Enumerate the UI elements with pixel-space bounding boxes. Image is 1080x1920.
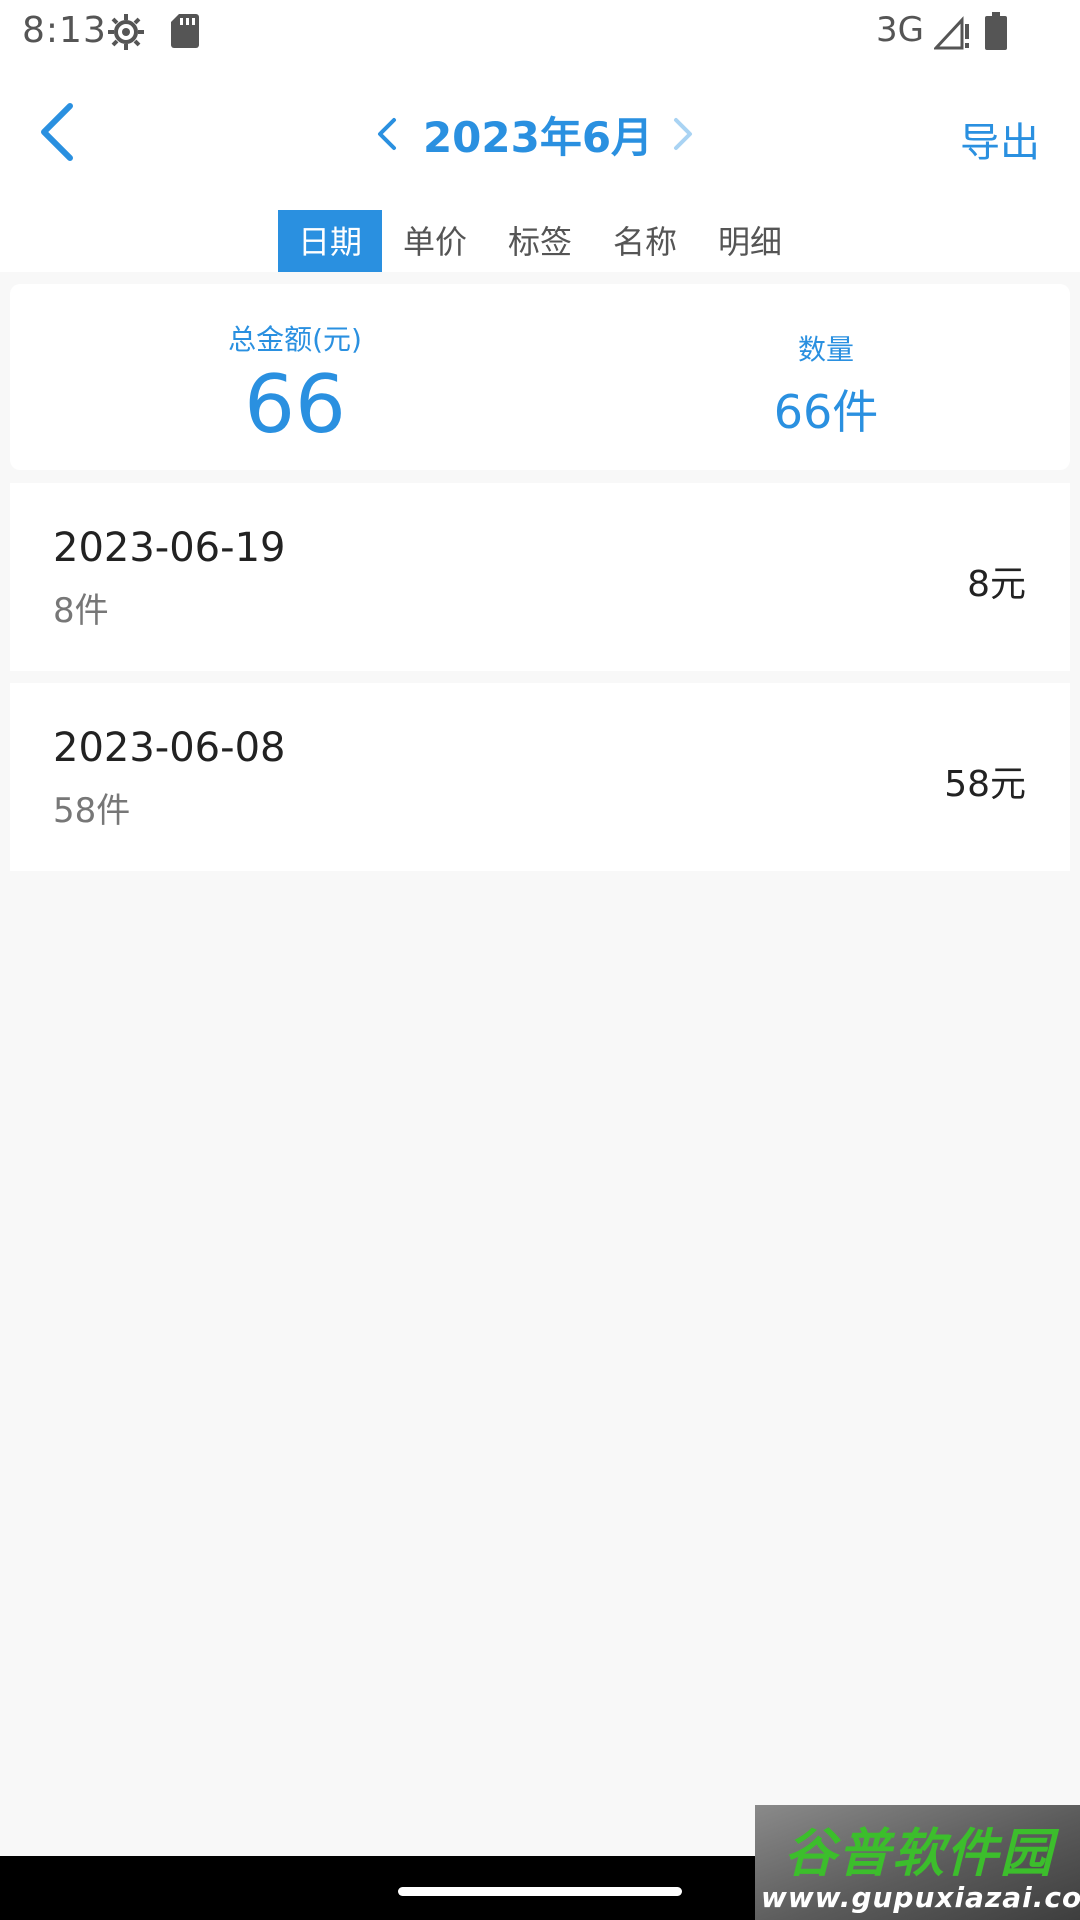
- record-amount: 58元: [944, 764, 1026, 805]
- record-amount: 8元: [967, 564, 1026, 605]
- watermark-title: 谷普软件园: [783, 1824, 1054, 1884]
- chevron-right-icon: [674, 118, 692, 150]
- record-list: 2023-06-19 8件 8元 2023-06-08 58件 58元: [10, 483, 1070, 883]
- home-indicator[interactable]: [398, 1887, 682, 1896]
- tab-tag[interactable]: 标签: [488, 210, 592, 272]
- record-date: 2023-06-08: [53, 725, 286, 771]
- signal-icon: [934, 16, 969, 50]
- next-month-button[interactable]: [668, 114, 696, 154]
- sd-card-icon: [171, 14, 199, 48]
- app-header: 2023年6月 导出 日期 单价 标签 名称 明细: [0, 64, 1080, 272]
- tab-date[interactable]: 日期: [278, 210, 382, 272]
- watermark-logo: 谷普软件园 www.gupuxiazai.com: [755, 1805, 1080, 1920]
- record-count: 8件: [53, 591, 109, 631]
- total-count-label: 数量: [797, 333, 854, 366]
- back-button[interactable]: [34, 100, 82, 164]
- chevron-left-icon: [41, 103, 73, 161]
- network-type: 3G: [876, 10, 924, 50]
- total-amount-value: 66: [244, 358, 346, 451]
- total-count-block: 数量 66件: [626, 284, 1026, 442]
- total-count-value: 66件: [773, 385, 879, 439]
- status-bar: 8:13 3G: [0, 0, 1080, 64]
- export-button[interactable]: 导出: [950, 110, 1050, 168]
- gear-icon: [108, 14, 144, 50]
- total-amount-block: 总金额(元) 66: [110, 284, 480, 450]
- tab-detail[interactable]: 明细: [698, 210, 802, 272]
- summary-card: 总金额(元) 66 数量 66件: [10, 284, 1070, 470]
- watermark-url: www.gupuxiazai.com: [761, 1881, 1080, 1914]
- tab-bar: 日期 单价 标签 名称 明细: [278, 210, 803, 272]
- total-amount-label: 总金额(元): [228, 323, 362, 356]
- tab-unit-price[interactable]: 单价: [383, 210, 487, 272]
- list-item[interactable]: 2023-06-19 8件 8元: [10, 483, 1070, 671]
- status-time: 8:13: [22, 10, 107, 51]
- battery-icon: [985, 12, 1007, 50]
- chevron-left-icon: [378, 118, 396, 150]
- previous-month-button[interactable]: [374, 114, 402, 154]
- month-title[interactable]: 2023年6月: [402, 104, 674, 165]
- record-count: 58件: [53, 791, 131, 831]
- tab-name[interactable]: 名称: [593, 210, 697, 272]
- record-date: 2023-06-19: [53, 525, 286, 571]
- list-item[interactable]: 2023-06-08 58件 58元: [10, 683, 1070, 871]
